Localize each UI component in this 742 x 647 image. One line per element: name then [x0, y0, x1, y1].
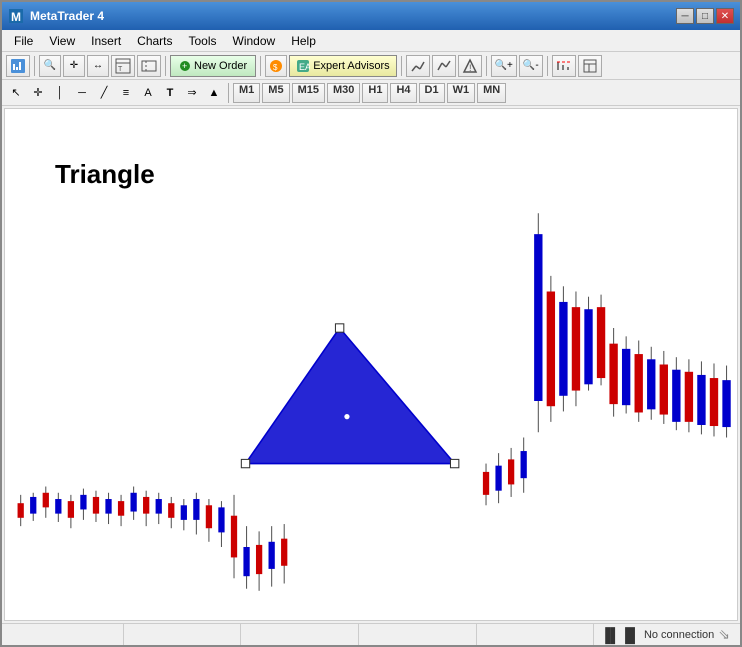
status-seg-2 [124, 624, 242, 645]
toolbar2: ↖ ✛ │ ─ ╱ ≡ A T ⇒ ▲ M1 M5 M15 M30 H1 H4 … [2, 80, 740, 106]
menu-window[interactable]: Window [225, 32, 284, 50]
svg-text:T: T [118, 66, 123, 73]
status-seg-3 [241, 624, 359, 645]
trendline-tool[interactable]: ╱ [94, 83, 114, 103]
svg-text:$: $ [273, 63, 278, 72]
status-bar: ▐▌▐▌ No connection ⇘ [2, 623, 740, 645]
svg-text:!: ! [469, 63, 472, 73]
toolbar1: 🔍 ✛ ↔ T + New Order $ EA Expert Advisors [2, 52, 740, 80]
chart-triangle-label: Triangle [55, 159, 155, 190]
minimize-button[interactable]: ─ [676, 8, 694, 24]
status-right: ▐▌▐▌ No connection ⇘ [594, 626, 736, 643]
triangle-shape[interactable] [246, 328, 455, 464]
new-order-button[interactable]: + New Order [170, 55, 256, 77]
timeframe-d1[interactable]: D1 [419, 83, 445, 103]
timeframe-mn[interactable]: MN [477, 83, 506, 103]
channel-tool[interactable]: ≡ [116, 83, 136, 103]
timeframe-h1[interactable]: H1 [362, 83, 388, 103]
title-bar: M MetaTrader 4 ─ □ ✕ [2, 2, 740, 30]
chart-area[interactable]: Triangle [4, 108, 738, 621]
connection-status: No connection [644, 629, 714, 641]
template-button[interactable]: T [111, 55, 135, 77]
handle-bottom-right[interactable] [450, 459, 458, 467]
crosshair-tool[interactable]: ✛ [28, 83, 48, 103]
label-tool[interactable]: T [160, 83, 180, 103]
main-window: M MetaTrader 4 ─ □ ✕ File View Insert Ch… [0, 0, 742, 647]
period-sep-button[interactable] [137, 55, 161, 77]
menu-view[interactable]: View [41, 32, 83, 50]
history-button[interactable] [406, 55, 430, 77]
handle-bottom-left[interactable] [241, 459, 249, 467]
expert-advisors-label: Expert Advisors [313, 60, 389, 72]
zoom-in2-button[interactable]: 🔍+ [491, 55, 517, 77]
vertical-line-tool[interactable]: │ [50, 83, 70, 103]
horizontal-line-tool[interactable]: ─ [72, 83, 92, 103]
menu-tools[interactable]: Tools [181, 32, 225, 50]
maximize-button[interactable]: □ [696, 8, 714, 24]
timeframe-w1[interactable]: W1 [447, 83, 476, 103]
menu-bar: File View Insert Charts Tools Window Hel… [2, 30, 740, 52]
chart-scroll-button[interactable]: ↔ [87, 55, 109, 77]
svg-text:EA: EA [299, 62, 310, 72]
cursor-tool[interactable]: ↖ [6, 83, 26, 103]
handle-top[interactable] [335, 324, 343, 332]
expert-advisors-button[interactable]: EA Expert Advisors [289, 55, 396, 77]
connection-icon: ▐▌▐▌ [600, 627, 640, 643]
svg-text:+: + [182, 61, 187, 71]
menu-insert[interactable]: Insert [83, 32, 129, 50]
new-chart-button[interactable] [6, 55, 30, 77]
shape-tool[interactable]: ▲ [204, 83, 224, 103]
new-order-label: New Order [194, 60, 247, 72]
separator3 [260, 56, 261, 76]
mt-icon1[interactable]: $ [265, 55, 287, 77]
separator4 [401, 56, 402, 76]
timeframe-h4[interactable]: H4 [390, 83, 416, 103]
up-down-button[interactable] [432, 55, 456, 77]
status-seg-4 [359, 624, 477, 645]
status-segments [6, 624, 594, 645]
alert-button[interactable]: ! [458, 55, 482, 77]
title-bar-buttons: ─ □ ✕ [676, 8, 734, 24]
zoom-in-button[interactable]: 🔍 [39, 55, 61, 77]
resize-grip: ⇘ [718, 626, 730, 643]
timeframe-m1[interactable]: M1 [233, 83, 260, 103]
chart-prop-button[interactable] [552, 55, 576, 77]
menu-help[interactable]: Help [283, 32, 324, 50]
title-bar-text: MetaTrader 4 [30, 9, 676, 23]
close-button[interactable]: ✕ [716, 8, 734, 24]
status-seg-1 [6, 624, 124, 645]
separator6 [547, 56, 548, 76]
data-window-button[interactable] [578, 55, 602, 77]
arrow-tool[interactable]: ⇒ [182, 83, 202, 103]
text-tool[interactable]: A [138, 83, 158, 103]
separator5 [486, 56, 487, 76]
status-seg-5 [477, 624, 595, 645]
menu-charts[interactable]: Charts [129, 32, 180, 50]
timeframe-m5[interactable]: M5 [262, 83, 289, 103]
menu-file[interactable]: File [6, 32, 41, 50]
separator2 [165, 56, 166, 76]
toolbar2-sep [228, 83, 229, 103]
app-icon: M [8, 8, 24, 24]
separator [34, 56, 35, 76]
crosshair-button[interactable]: ✛ [63, 55, 85, 77]
center-dot [344, 414, 349, 419]
timeframe-m15[interactable]: M15 [292, 83, 325, 103]
timeframe-m30[interactable]: M30 [327, 83, 360, 103]
svg-text:M: M [11, 10, 21, 24]
zoom-out2-button[interactable]: 🔍- [519, 55, 543, 77]
